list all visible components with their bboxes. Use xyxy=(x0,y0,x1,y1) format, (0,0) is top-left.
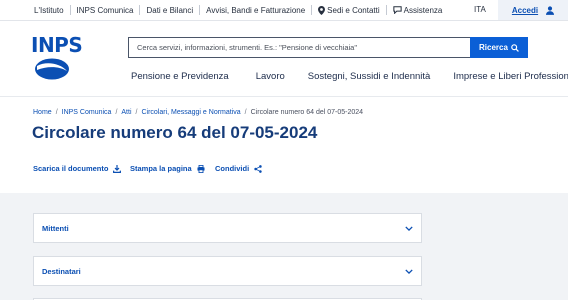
inps-logo[interactable]: INPS xyxy=(31,33,83,81)
map-pin-icon xyxy=(318,5,326,15)
language-selector[interactable]: ITA xyxy=(474,0,486,20)
link-label: Assistenza xyxy=(403,5,443,15)
nav-imprese-professionisti[interactable]: Imprese e Liberi Professionisti xyxy=(453,71,568,85)
breadcrumb-separator: / xyxy=(244,109,247,116)
divider xyxy=(385,5,387,15)
main-navigation: Pensione e Previdenza Lavoro Sostegni, S… xyxy=(131,71,568,85)
chat-icon xyxy=(393,6,402,14)
header-divider xyxy=(0,96,568,97)
breadcrumb-current: Circolare numero 64 del 07-05-2024 xyxy=(250,109,364,116)
link-avvisi-bandi[interactable]: Avvisi, Bandi e Fatturazione xyxy=(206,6,305,15)
download-icon xyxy=(113,164,122,173)
login-button[interactable]: Accedi xyxy=(498,0,568,20)
accordion-label: Mittenti xyxy=(42,223,69,233)
top-utility-bar: L'Istituto INPS Comunica Dati e Bilanci … xyxy=(0,0,568,21)
accordion-destinatari[interactable]: Destinatari xyxy=(33,256,422,286)
search-button[interactable]: Ricerca xyxy=(470,37,528,58)
accordion-label: Destinatari xyxy=(42,266,81,276)
share-button[interactable]: Condividi xyxy=(215,164,262,173)
breadcrumb-separator: / xyxy=(55,109,58,116)
breadcrumb-separator: / xyxy=(135,109,138,116)
chevron-down-icon xyxy=(405,225,413,231)
share-label: Condividi xyxy=(215,164,250,173)
page-title: Circolare numero 64 del 07-05-2024 xyxy=(32,123,318,142)
breadcrumb-circolari[interactable]: Circolari, Messaggi e Normativa xyxy=(141,109,240,116)
logo-text: INPS xyxy=(31,33,83,57)
print-page-button[interactable]: Stampa la pagina xyxy=(130,164,205,173)
utility-links: L'Istituto INPS Comunica Dati e Bilanci … xyxy=(34,0,442,20)
download-document-button[interactable]: Scarica il documento xyxy=(33,164,122,173)
download-label: Scarica il documento xyxy=(33,164,109,173)
nav-pensione-previdenza[interactable]: Pensione e Previdenza xyxy=(131,71,229,85)
print-label: Stampa la pagina xyxy=(130,164,192,173)
link-assistenza[interactable]: Assistenza xyxy=(393,5,443,15)
link-inps-comunica[interactable]: INPS Comunica xyxy=(77,6,134,15)
user-icon xyxy=(546,5,555,15)
logo-emblem-icon xyxy=(35,58,69,80)
link-dati-bilanci[interactable]: Dati e Bilanci xyxy=(146,6,193,15)
nav-sostegni-sussidi[interactable]: Sostegni, Sussidi e Indennità xyxy=(308,71,431,85)
search-icon xyxy=(511,43,519,52)
divider xyxy=(311,5,313,15)
link-label: Sedi e Contatti xyxy=(327,5,380,15)
link-sedi-contatti[interactable]: Sedi e Contatti xyxy=(318,5,380,15)
breadcrumb-inps-comunica[interactable]: INPS Comunica xyxy=(62,109,112,116)
nav-lavoro[interactable]: Lavoro xyxy=(256,71,285,85)
breadcrumb-home[interactable]: Home xyxy=(33,109,52,116)
breadcrumb: Home / INPS Comunica / Atti / Circolari,… xyxy=(33,109,363,116)
breadcrumb-separator: / xyxy=(115,109,118,116)
divider xyxy=(199,5,201,15)
printer-icon xyxy=(197,164,205,173)
accordion-mittenti[interactable]: Mittenti xyxy=(33,213,422,243)
breadcrumb-atti[interactable]: Atti xyxy=(121,109,131,116)
chevron-down-icon xyxy=(405,268,413,274)
divider xyxy=(69,5,71,15)
search-bar: Ricerca xyxy=(128,37,528,58)
divider xyxy=(139,5,141,15)
login-label: Accedi xyxy=(511,5,539,15)
search-button-label: Ricerca xyxy=(479,43,508,52)
search-input[interactable] xyxy=(128,37,470,58)
share-icon xyxy=(254,164,262,173)
link-istituto[interactable]: L'Istituto xyxy=(34,6,64,15)
